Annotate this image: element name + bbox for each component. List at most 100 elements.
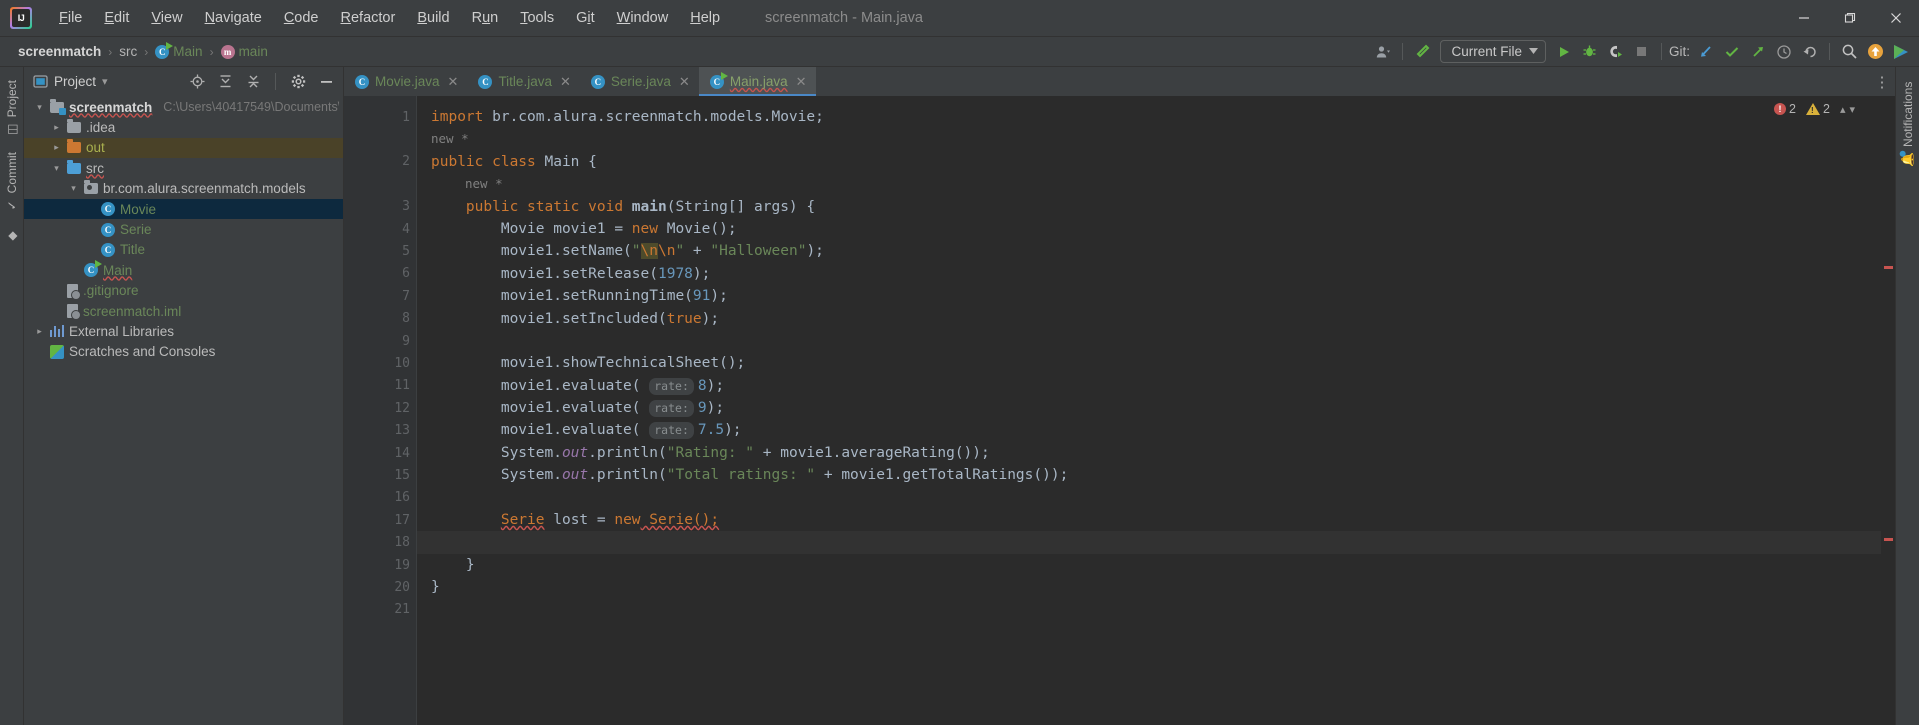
hide-icon[interactable] — [315, 71, 337, 93]
tree-node-screenmatch-iml[interactable]: screenmatch.iml — [24, 301, 343, 321]
tree-node--gitignore[interactable]: .gitignore — [24, 281, 343, 301]
run-button[interactable] — [1552, 40, 1576, 64]
editor-code-area[interactable]: ! 2 2 ▴ ▾ 1 2 3▿ 4 5 6 7 — [344, 96, 1895, 725]
tree-node-main[interactable]: C Main — [24, 260, 343, 280]
escape-sequence-selected: \n — [640, 243, 658, 260]
chevron-down-icon[interactable]: ▾ — [102, 75, 108, 88]
maximize-button[interactable] — [1827, 0, 1873, 37]
editor-options-kebab-icon[interactable]: ⋮ — [1869, 67, 1895, 96]
error-stripe-mark[interactable] — [1884, 538, 1893, 541]
run-with-coverage-button[interactable] — [1604, 40, 1628, 64]
menu-item-navigate[interactable]: Navigate — [194, 7, 273, 29]
tree-twisty-icon[interactable]: ▸ — [51, 142, 62, 153]
updates-available-icon[interactable] — [1863, 40, 1887, 64]
gutter-line: 15 — [344, 464, 416, 486]
editor-tab-title-java[interactable]: C Title.java ✕ — [467, 67, 579, 96]
tree-node-out[interactable]: ▸ out — [24, 137, 343, 159]
locate-file-icon[interactable] — [186, 71, 208, 93]
menu-item-git[interactable]: Git — [565, 7, 606, 29]
project-tree[interactable]: ▾ screenmatch C:\Users\40417549\Documents\… — [24, 96, 343, 725]
tree-twisty-icon[interactable]: ▸ — [34, 326, 45, 337]
commit-icon[interactable] — [1720, 40, 1744, 64]
editor-tab-serie-java[interactable]: C Serie.java ✕ — [580, 67, 699, 96]
menu-item-window[interactable]: Window — [606, 7, 680, 29]
menu-item-edit[interactable]: Edit — [93, 7, 140, 29]
gutter-line: 16 — [344, 487, 416, 509]
breadcrumb-item-main[interactable]: m main — [217, 43, 272, 60]
tree-node-br-com-alura-screenmatch-models[interactable]: ▾ br.com.alura.screenmatch.models — [24, 179, 343, 199]
inspection-widget[interactable]: ! 2 2 ▴ ▾ — [1774, 102, 1855, 116]
ide-services-icon[interactable] — [1889, 40, 1913, 64]
error-stripe-mark[interactable] — [1884, 266, 1893, 269]
tree-node-src[interactable]: ▾ src — [24, 158, 343, 178]
update-project-icon[interactable] — [1694, 40, 1718, 64]
parameter-hint-rate[interactable]: rate: — [649, 400, 694, 418]
tree-node-serie[interactable]: C Serie — [24, 219, 343, 239]
sidebar-item-pull-requests[interactable]: ◆ — [2, 222, 22, 250]
sidebar-item-commit[interactable]: ✓ Commit — [2, 145, 22, 219]
minimize-button[interactable] — [1781, 0, 1827, 37]
account-icon[interactable] — [1371, 40, 1395, 64]
breadcrumb-item-src[interactable]: src — [115, 43, 141, 60]
tree-twisty-icon[interactable]: ▾ — [68, 183, 79, 194]
chevron-up-icon[interactable]: ▴ — [1840, 103, 1846, 116]
method-params: (String[] args) { — [666, 198, 816, 215]
tree-twisty-icon[interactable]: ▸ — [51, 122, 62, 133]
folder-grey-icon — [67, 119, 81, 134]
close-icon[interactable]: ✕ — [560, 74, 571, 90]
close-icon[interactable]: ✕ — [679, 74, 690, 90]
tree-node-label: Scratches and Consoles — [69, 344, 216, 360]
tree-twisty-icon[interactable]: ▾ — [34, 102, 45, 113]
run-configuration-selector[interactable]: Current File — [1440, 40, 1546, 63]
code-line-8: movie1.setIncluded(true); — [417, 308, 1881, 330]
tree-twisty-icon[interactable]: ▾ — [51, 163, 62, 174]
tree-node--idea[interactable]: ▸ .idea — [24, 117, 343, 137]
menu-item-refactor[interactable]: Refactor — [330, 7, 407, 29]
breadcrumb-item-screenmatch[interactable]: screenmatch — [14, 43, 105, 60]
stop-button[interactable] — [1630, 40, 1654, 64]
editor-tab-movie-java[interactable]: C Movie.java ✕ — [344, 67, 467, 96]
code-editor[interactable]: import br.com.alura.screenmatch.models.M… — [416, 96, 1881, 725]
error-badge[interactable]: ! 2 — [1774, 102, 1796, 116]
parameter-hint-rate[interactable]: rate: — [649, 422, 694, 440]
menu-item-file[interactable]: File — [48, 7, 93, 29]
menu-item-code[interactable]: Code — [273, 7, 330, 29]
build-hammer-icon[interactable] — [1410, 40, 1434, 64]
history-icon[interactable] — [1772, 40, 1796, 64]
gutter-line: 8 — [344, 308, 416, 330]
menu-item-build[interactable]: Build — [406, 7, 460, 29]
workspace: ◫ Project ✓ Commit ◆ Project ▾ ▾ screenm… — [0, 67, 1919, 725]
editor-gutter[interactable]: 1 2 3▿ 4 5 6 7 8 9 10 11 12 13 14 15 16 … — [344, 96, 452, 725]
menu-item-view[interactable]: View — [140, 7, 193, 29]
tree-node-movie[interactable]: C Movie — [24, 198, 343, 220]
gear-icon[interactable] — [287, 71, 309, 93]
tree-node-scratches-and-consoles[interactable]: Scratches and Consoles — [24, 342, 343, 362]
code-vision-inlay[interactable]: new * — [417, 128, 1881, 150]
println-call: .println( — [588, 467, 667, 484]
expand-all-icon[interactable] — [214, 71, 236, 93]
close-button[interactable] — [1873, 0, 1919, 37]
rollback-icon[interactable] — [1798, 40, 1822, 64]
close-icon[interactable]: ✕ — [796, 74, 807, 90]
parameter-hint-rate[interactable]: rate: — [649, 377, 694, 395]
warning-badge[interactable]: 2 — [1805, 102, 1830, 116]
menu-item-help[interactable]: Help — [679, 7, 731, 29]
close-icon[interactable]: ✕ — [448, 74, 459, 90]
breadcrumb-item-main[interactable]: C Main — [151, 41, 206, 60]
menu-item-run[interactable]: Run — [461, 7, 510, 29]
debug-button[interactable] — [1578, 40, 1602, 64]
sidebar-item-project[interactable]: ◫ Project — [2, 73, 22, 143]
code-vision-inlay[interactable]: new * — [417, 173, 1881, 195]
tree-node-title[interactable]: C Title — [24, 240, 343, 260]
chevron-down-icon[interactable]: ▾ — [1849, 103, 1855, 116]
push-icon[interactable] — [1746, 40, 1770, 64]
sidebar-item-notifications[interactable]: 🔔 Notifications — [1898, 75, 1918, 174]
editor-error-stripe[interactable] — [1881, 96, 1895, 725]
tree-node-external-libraries[interactable]: ▸ External Libraries — [24, 321, 343, 341]
menu-item-tools[interactable]: Tools — [509, 7, 565, 29]
tree-node-screenmatch[interactable]: ▾ screenmatch C:\Users\40417549\Documents\… — [24, 97, 343, 117]
editor-tab-main-java[interactable]: C Main.java ✕ — [698, 67, 816, 96]
code-line-18-caret — [417, 531, 1881, 554]
search-icon[interactable] — [1837, 40, 1861, 64]
collapse-all-icon[interactable] — [242, 71, 264, 93]
